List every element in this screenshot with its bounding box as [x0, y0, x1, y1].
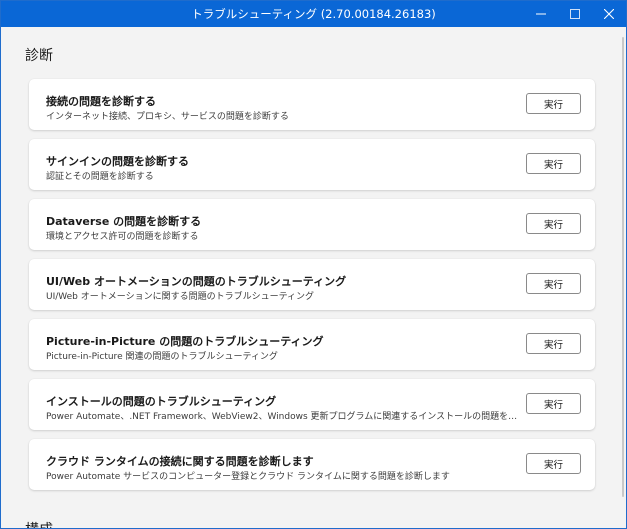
- run-button-signin[interactable]: 実行: [526, 153, 581, 174]
- card-title: クラウド ランタイムの接続に関する問題を診断します: [46, 455, 314, 468]
- minimize-icon: [536, 13, 546, 15]
- troubleshoot-card-cloud-runtime: クラウド ランタイムの接続に関する問題を診断します Power Automate…: [29, 439, 595, 490]
- vertical-scrollbar[interactable]: [622, 37, 624, 497]
- card-title: サインインの問題を診断する: [46, 155, 189, 168]
- card-title: Dataverse の問題を診断する: [46, 215, 202, 228]
- card-description: インターネット接続、プロキシ、サービスの問題を診断する: [46, 112, 289, 122]
- run-button-connection[interactable]: 実行: [526, 93, 581, 114]
- troubleshoot-card-connection: 接続の問題を診断する インターネット接続、プロキシ、サービスの問題を診断する 実…: [29, 79, 595, 130]
- close-button[interactable]: [592, 1, 626, 27]
- troubleshoot-card-installation: インストールの問題のトラブルシューティング Power Automate、.NE…: [29, 379, 595, 430]
- run-button-cloud-runtime[interactable]: 実行: [526, 453, 581, 474]
- main-content: 診断 接続の問題を診断する インターネット接続、プロキシ、サービスの問題を診断す…: [1, 27, 626, 528]
- troubleshoot-card-dataverse: Dataverse の問題を診断する 環境とアクセス許可の問題を診断する 実行: [29, 199, 595, 250]
- card-description: UI/Web オートメーションに関する問題のトラブルシューティング: [46, 292, 315, 302]
- close-icon: [604, 9, 614, 19]
- run-button-installation[interactable]: 実行: [526, 393, 581, 414]
- card-title: UI/Web オートメーションの問題のトラブルシューティング: [46, 275, 347, 288]
- card-title: 接続の問題を診断する: [46, 95, 156, 108]
- card-description: Power Automate、.NET Framework、WebView2、W…: [46, 412, 521, 422]
- card-description: 認証とその問題を診断する: [46, 172, 154, 182]
- run-button-picture-in-picture[interactable]: 実行: [526, 333, 581, 354]
- title-bar[interactable]: トラブルシューティング (2.70.00184.26183): [1, 1, 626, 27]
- minimize-button[interactable]: [524, 1, 558, 27]
- troubleshoot-card-signin: サインインの問題を診断する 認証とその問題を診断する 実行: [29, 139, 595, 190]
- section-title-config: 構成: [25, 519, 53, 528]
- maximize-icon: [570, 9, 580, 19]
- troubleshoot-card-ui-web-automation: UI/Web オートメーションの問題のトラブルシューティング UI/Web オー…: [29, 259, 595, 310]
- card-description: 環境とアクセス許可の問題を診断する: [46, 232, 199, 242]
- troubleshoot-card-picture-in-picture: Picture-in-Picture の問題のトラブルシューティング Pictu…: [29, 319, 595, 370]
- troubleshooting-window: トラブルシューティング (2.70.00184.26183) 診断 接続の問題を…: [0, 0, 627, 529]
- card-description: Picture-in-Picture 関連の問題のトラブルシューティング: [46, 352, 278, 362]
- card-title: インストールの問題のトラブルシューティング: [46, 395, 277, 408]
- card-title: Picture-in-Picture の問題のトラブルシューティング: [46, 335, 324, 348]
- run-button-ui-web-automation[interactable]: 実行: [526, 273, 581, 294]
- card-description: Power Automate サービスのコンピューター登録とクラウド ランタイム…: [46, 472, 450, 482]
- run-button-dataverse[interactable]: 実行: [526, 213, 581, 234]
- maximize-button[interactable]: [558, 1, 592, 27]
- section-title-diagnose: 診断: [25, 48, 53, 64]
